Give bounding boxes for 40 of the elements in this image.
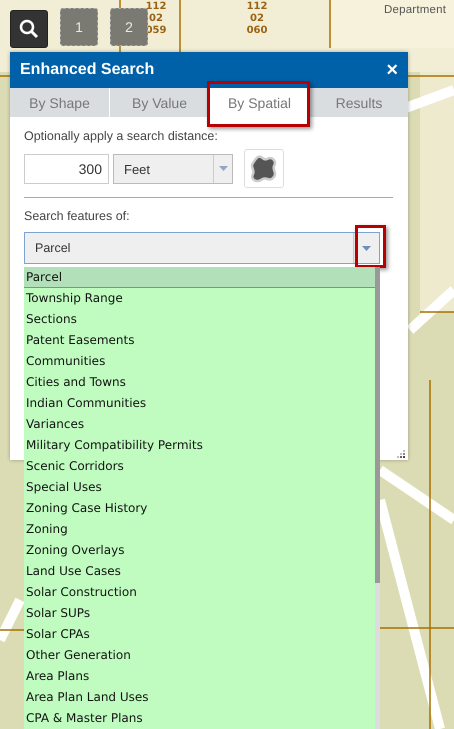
search-icon: [18, 18, 40, 40]
bookmark-button[interactable]: 1: [60, 8, 98, 46]
dropdown-option[interactable]: Zoning Overlays: [24, 540, 375, 561]
map-place-label: Department: [384, 4, 446, 16]
dropdown-option[interactable]: Parcel: [24, 267, 375, 288]
dropdown-option[interactable]: Solar CPAs: [24, 624, 375, 645]
dropdown-option[interactable]: Indian Communities: [24, 393, 375, 414]
features-select[interactable]: Parcel: [24, 232, 380, 264]
dropdown-option[interactable]: Military Compatibility Permits: [24, 435, 375, 456]
dropdown-option[interactable]: Solar Construction: [24, 582, 375, 603]
dropdown-option[interactable]: Sections: [24, 309, 375, 330]
dropdown-option[interactable]: Township Range: [24, 288, 375, 309]
dropdown-option[interactable]: Cities and Towns: [24, 372, 375, 393]
dropdown-option[interactable]: Special Uses: [24, 477, 375, 498]
dropdown-option[interactable]: Solar SUPs: [24, 603, 375, 624]
dropdown-option[interactable]: CPA & Master Plans: [24, 708, 375, 729]
dropdown-option[interactable]: Patent Easements: [24, 330, 375, 351]
dropdown-option[interactable]: Zoning Case History: [24, 498, 375, 519]
dropdown-option[interactable]: Zoning: [24, 519, 375, 540]
dropdown-option[interactable]: Area Plan Land Uses: [24, 687, 375, 708]
close-button[interactable]: ×: [386, 60, 398, 80]
buffer-shape-button[interactable]: [244, 149, 284, 188]
resize-grip-icon: [397, 450, 405, 458]
dropdown-option[interactable]: Area Plans: [24, 666, 375, 687]
unit-select[interactable]: Feet: [113, 154, 233, 184]
distance-input[interactable]: 300: [24, 154, 109, 184]
dropdown-option[interactable]: Variances: [24, 414, 375, 435]
bookmark-button[interactable]: 2: [110, 8, 148, 46]
panel-title: Enhanced Search: [20, 61, 154, 79]
dropdown-option[interactable]: Land Use Cases: [24, 561, 375, 582]
search-button[interactable]: [10, 10, 48, 48]
distance-label: Optionally apply a search distance:: [24, 129, 219, 143]
caret-icon: [362, 246, 371, 250]
features-label: Search features of:: [24, 209, 131, 223]
parcel-number-label: 112 02 060: [246, 1, 268, 37]
dropdown-option[interactable]: Other Generation: [24, 645, 375, 666]
caret-icon: [218, 166, 228, 171]
dropdown-option[interactable]: Scenic Corridors: [24, 456, 375, 477]
scrollbar[interactable]: [375, 267, 380, 583]
dropdown-option[interactable]: Communities: [24, 351, 375, 372]
